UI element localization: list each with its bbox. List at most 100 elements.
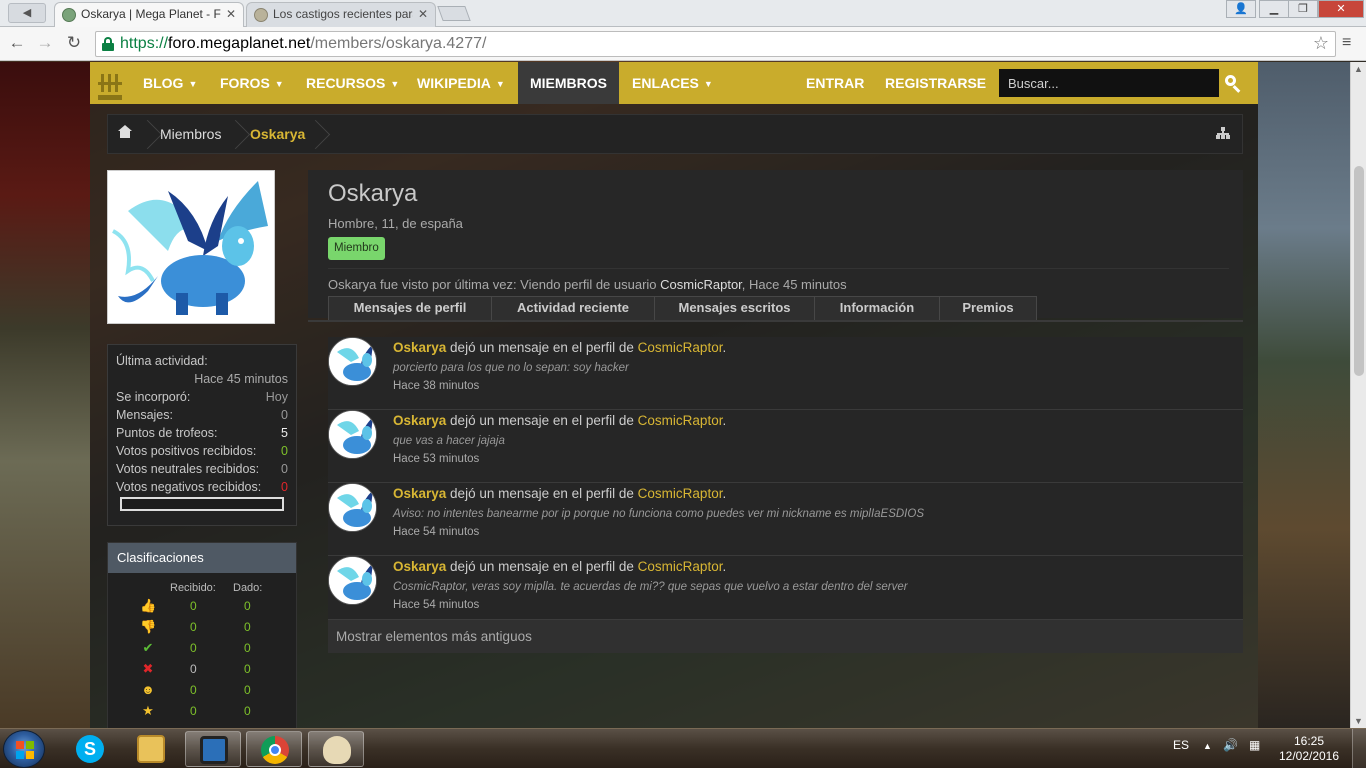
stat-value: Hoy	[265, 390, 288, 404]
post-author-link[interactable]: Oskarya	[393, 413, 446, 428]
stat-label: Votos positivos recibidos:	[116, 444, 257, 458]
stat-row: Mensajes: 0	[116, 408, 288, 422]
stat-value: 0	[281, 408, 288, 422]
start-button[interactable]	[3, 730, 45, 768]
stat-value: 0	[281, 462, 288, 476]
post-target-link[interactable]: CosmicRaptor	[638, 559, 723, 574]
post-target-link[interactable]: CosmicRaptor	[638, 413, 723, 428]
url-text[interactable]: https://foro.megaplanet.net/members/oska…	[120, 35, 486, 53]
post-headline: Oskarya dejó un mensaje en el perfil de …	[393, 486, 726, 501]
home-icon[interactable]	[118, 125, 132, 139]
nav-miembros[interactable]: MIEMBROS	[518, 62, 619, 104]
nav-recursos[interactable]: RECURSOS ▼	[306, 62, 399, 104]
cross-icon: ✖	[142, 661, 154, 676]
scroll-down-arrow-icon[interactable]: ▼	[1354, 716, 1363, 726]
site-favicon-icon	[254, 8, 268, 22]
browser-menu-icon[interactable]: ≡	[1342, 34, 1351, 52]
stat-value: 5	[281, 426, 288, 440]
post-headline: Oskarya dejó un mensaje en el perfil de …	[393, 413, 726, 428]
nav-wikipedia[interactable]: WIKIPEDIA ▼	[417, 62, 505, 104]
thumbs-up-icon: 👍	[140, 598, 157, 613]
taskbar-paint[interactable]	[308, 731, 364, 767]
rating-received: 0	[190, 704, 197, 718]
scroll-up-arrow-icon[interactable]: ▲	[1354, 64, 1363, 74]
caret-down-icon: ▼	[274, 79, 284, 89]
post-timestamp[interactable]: Hace 54 minutos	[393, 526, 479, 538]
last-seen-user-link[interactable]: CosmicRaptor	[660, 277, 742, 292]
tab-postings[interactable]: Mensajes escritos	[654, 296, 815, 320]
post-timestamp[interactable]: Hace 54 minutos	[393, 599, 479, 611]
register-link[interactable]: REGISTRARSE	[885, 62, 986, 104]
post-action-text: dejó un mensaje en el perfil de	[446, 559, 638, 574]
site-logo-icon[interactable]	[98, 74, 122, 101]
stat-row[interactable]: Puntos de trofeos: 5	[116, 426, 288, 440]
page-viewport: BLOG ▼ FOROS ▼ RECURSOS ▼ WIKIPEDIA ▼ MIEMBR…	[0, 62, 1366, 728]
network-icon[interactable]: ▦	[1249, 738, 1260, 752]
post-target-link[interactable]: CosmicRaptor	[638, 486, 723, 501]
close-tab-icon[interactable]: ✕	[418, 3, 428, 26]
language-indicator[interactable]: ES	[1173, 738, 1189, 752]
post-avatar[interactable]	[328, 556, 377, 605]
nav-miembros-label: MIEMBROS	[530, 75, 607, 91]
volume-icon[interactable]: 🔊	[1223, 738, 1238, 752]
search-button[interactable]	[1219, 69, 1247, 97]
taskbar-explorer[interactable]	[123, 731, 179, 767]
post-avatar[interactable]	[328, 483, 377, 532]
new-tab-button[interactable]	[437, 6, 471, 21]
show-desktop-button[interactable]	[1352, 729, 1366, 768]
stat-row: Se incorporó: Hoy	[116, 390, 288, 404]
minimize-window-icon[interactable]: ▁	[1259, 0, 1289, 18]
search-input[interactable]	[999, 69, 1219, 97]
back-arrow-icon[interactable]: ←	[6, 34, 28, 52]
post-timestamp[interactable]: Hace 53 minutos	[393, 453, 479, 465]
forward-arrow-icon[interactable]: →	[34, 34, 56, 52]
user-profile-icon[interactable]: 👤	[1226, 0, 1256, 18]
page-scrollbar[interactable]: ▲ ▼	[1350, 62, 1366, 728]
maximize-window-icon[interactable]: ❐	[1288, 0, 1318, 18]
taskbar-skype[interactable]: S	[62, 731, 118, 767]
bookmark-star-icon[interactable]: ☆	[1313, 33, 1329, 54]
paint-palette-icon	[323, 736, 351, 764]
show-older-items-link[interactable]: Mostrar elementos más antiguos	[328, 619, 1243, 653]
nav-enlaces[interactable]: ENLACES ▼	[632, 62, 713, 104]
skype-icon: S	[76, 735, 104, 763]
url-host: foro.megaplanet.net	[168, 35, 311, 52]
post-target-link[interactable]: CosmicRaptor	[638, 340, 723, 355]
login-link[interactable]: ENTRAR	[806, 62, 864, 104]
stat-label: Votos neutrales recibidos:	[116, 462, 260, 476]
sitemap-icon[interactable]	[1216, 127, 1230, 139]
scrollbar-thumb[interactable]	[1354, 166, 1364, 376]
tab-overview-icon[interactable]: ◀	[8, 3, 46, 23]
breadcrumb-miembros[interactable]: Miembros	[160, 126, 221, 142]
browser-tab-active[interactable]: Oskarya | Mega Planet - Fo ✕	[54, 2, 244, 27]
tab-profile-posts[interactable]: Mensajes de perfil	[328, 296, 492, 320]
post-author-link[interactable]: Oskarya	[393, 340, 446, 355]
address-bar[interactable]: https://foro.megaplanet.net/members/oska…	[95, 31, 1336, 57]
nav-enlaces-label: ENLACES	[632, 75, 699, 91]
taskbar-monitor[interactable]	[185, 731, 241, 767]
tab-recent-activity[interactable]: Actividad reciente	[491, 296, 655, 320]
show-hidden-icons-icon[interactable]: ▲	[1203, 741, 1212, 751]
breadcrumb-current[interactable]: Oskarya	[250, 126, 305, 142]
nav-blog[interactable]: BLOG ▼	[143, 62, 197, 104]
close-window-icon[interactable]: ✕	[1318, 0, 1364, 18]
close-tab-icon[interactable]: ✕	[226, 3, 236, 26]
tab-trophies[interactable]: Premios	[939, 296, 1037, 320]
post-author-link[interactable]: Oskarya	[393, 486, 446, 501]
nav-foros[interactable]: FOROS ▼	[220, 62, 284, 104]
post-timestamp[interactable]: Hace 38 minutos	[393, 380, 479, 392]
browser-tab-inactive[interactable]: Los castigos recientes para ✕	[246, 2, 436, 27]
rating-received: 0	[190, 662, 197, 676]
clock-time: 16:25	[1293, 734, 1325, 748]
taskbar-chrome[interactable]	[246, 731, 302, 767]
post-author-link[interactable]: Oskarya	[393, 559, 446, 574]
profile-avatar[interactable]	[107, 170, 275, 324]
post-action-text: dejó un mensaje en el perfil de	[446, 413, 638, 428]
tab-information[interactable]: Información	[814, 296, 940, 320]
reload-icon[interactable]: ↻	[63, 34, 85, 52]
post-avatar[interactable]	[328, 337, 377, 386]
post-avatar[interactable]	[328, 410, 377, 459]
chrome-icon	[261, 736, 289, 764]
nav-wikipedia-label: WIKIPEDIA	[417, 75, 491, 91]
system-clock[interactable]: 16:25 12/02/2016	[1276, 734, 1342, 764]
